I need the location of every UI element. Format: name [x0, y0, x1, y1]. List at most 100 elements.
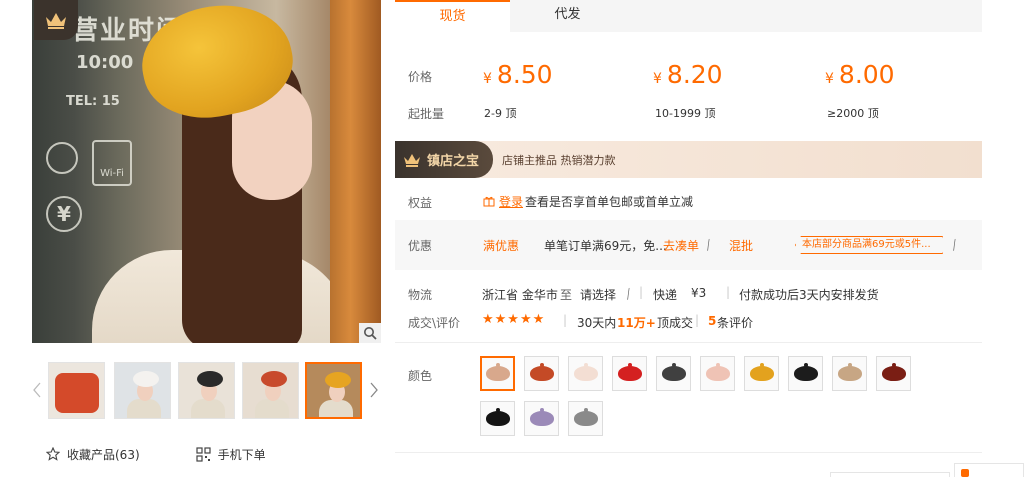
color-swatch[interactable]	[788, 356, 823, 391]
crown-badge-icon	[34, 0, 78, 40]
favorite-button[interactable]: 收藏产品(63)	[46, 446, 140, 463]
widget-icon	[961, 469, 969, 477]
price-tier-1-range: 2-9 顶	[484, 107, 517, 120]
window-frame-decor	[330, 0, 381, 343]
beret-swatch-image	[573, 408, 598, 426]
rights-row: 权益 登录 查看是否享首单包邮或首单立减	[395, 184, 982, 216]
color-swatch[interactable]	[832, 356, 867, 391]
gift-icon	[483, 196, 495, 207]
price-value: 8.20	[666, 60, 723, 89]
storefront-tel-decor: TEL: 15	[66, 94, 120, 109]
quantity-box-edge	[830, 472, 950, 477]
thumbnail-3[interactable]	[178, 362, 235, 419]
color-swatch[interactable]	[656, 356, 691, 391]
beret-swatch-image	[617, 363, 642, 381]
camera-decor-icon	[46, 142, 78, 174]
star-outline-icon	[46, 447, 60, 461]
beret-swatch-image	[661, 363, 686, 381]
color-swatch[interactable]	[876, 356, 911, 391]
main-product-image[interactable]: 营业时间 10:00 TEL: 15 Wi-Fi ¥	[32, 0, 381, 343]
thumbnail-1[interactable]	[48, 362, 105, 419]
chevron-icon: ╱	[950, 240, 959, 252]
currency-symbol: ¥	[483, 71, 492, 87]
price-tier-2-range: 10-1999 顶	[655, 107, 716, 120]
thumbnail-2[interactable]	[114, 362, 171, 419]
promo-chip[interactable]: 本店部分商品满69元或5件...	[795, 236, 943, 254]
beret-swatch-image	[485, 363, 510, 381]
separator: |	[639, 285, 644, 299]
moq-label: 起批量	[408, 107, 445, 121]
color-swatch[interactable]	[568, 401, 603, 436]
price-value: 8.50	[496, 60, 553, 89]
yen-decor-icon: ¥	[46, 196, 82, 232]
price-tier-2: ¥8.20	[653, 60, 723, 94]
deal-period: 30天内	[577, 316, 617, 330]
thumbnail-next-arrow-icon[interactable]	[367, 378, 381, 402]
storefront-hours-decor: 10:00	[76, 52, 134, 73]
dispatch-info: 付款成功后3天内安排发货	[739, 288, 879, 302]
crown-icon	[404, 153, 420, 167]
beret-swatch-image	[837, 363, 862, 381]
shipping-method: 快递	[653, 288, 678, 302]
deal-count: 11万+	[617, 316, 656, 330]
destination-select[interactable]: 请选择	[580, 286, 616, 303]
price-tiers: 价格 起批量 ¥8.50 2-9 顶 ¥8.20 10-1999 顶 ¥8.00…	[395, 32, 982, 132]
price-label: 价格	[408, 70, 433, 84]
beret-swatch-image	[529, 408, 554, 426]
color-label: 颜色	[408, 369, 433, 383]
logistics-origin: 浙江省 金华市	[482, 288, 558, 302]
separator: |	[695, 313, 700, 327]
color-swatch[interactable]	[744, 356, 779, 391]
deal-row: 成交\评价 ★★★★★ | 30天内 11万+ 顶成交 | 5 条评价	[395, 308, 982, 336]
tab-dropship[interactable]: 代发	[510, 0, 625, 32]
price-value: 8.00	[838, 60, 895, 89]
price-tier-3-range: ≥2000 顶	[827, 107, 879, 120]
zoom-icon[interactable]	[359, 323, 381, 343]
purchase-tabs: 现货 代发	[395, 0, 982, 32]
color-swatch[interactable]	[524, 356, 559, 391]
reviews-unit[interactable]: 条评价	[717, 314, 753, 331]
deal-label: 成交\评价	[408, 316, 461, 330]
go-collect-link[interactable]: 去凑单	[663, 237, 699, 254]
separator: |	[726, 285, 731, 299]
featured-text: 店铺主推品 热销潜力款	[502, 154, 616, 167]
mobile-order-button[interactable]: 手机下单	[196, 446, 266, 463]
beret-swatch-image	[749, 363, 774, 381]
promo-row: 优惠 满优惠 单笔订单满69元，免... 去凑单 ╱ 混批 本店部分商品满69元…	[395, 220, 982, 270]
login-link[interactable]: 登录	[499, 193, 523, 210]
logistics-row: 物流 浙江省 金华市 至 请选择 ╱ | 快递 ¥3 | 付款成功后3天内安排发…	[395, 280, 982, 308]
mobile-order-label: 手机下单	[217, 447, 266, 462]
promo-tag: 满优惠	[483, 239, 520, 253]
beret-swatch-image	[529, 363, 554, 381]
color-swatch[interactable]	[568, 356, 603, 391]
thumbnail-5[interactable]	[305, 362, 362, 419]
thumbnail-prev-arrow-icon[interactable]	[30, 378, 44, 402]
section-divider	[395, 452, 982, 453]
promo-label: 优惠	[408, 239, 433, 253]
thumbnail-4[interactable]	[242, 362, 299, 419]
color-swatch[interactable]	[480, 401, 515, 436]
rights-label: 权益	[408, 196, 433, 210]
price-tier-3: ¥8.00	[825, 60, 895, 94]
dropdown-icon: ╱	[624, 289, 633, 301]
promo-text: 单笔订单满69元，免...	[544, 239, 667, 253]
qr-code-icon	[196, 446, 211, 462]
separator: |	[563, 313, 568, 327]
price-tier-1: ¥8.50	[483, 60, 553, 94]
floating-widget[interactable]	[954, 463, 1024, 477]
rights-text: 查看是否享首单包邮或首单立减	[525, 195, 694, 209]
gallery-actions: 收藏产品(63) 手机下单	[46, 443, 322, 465]
rating-stars-icon: ★★★★★	[482, 312, 546, 327]
reviews-count[interactable]: 5	[708, 314, 716, 328]
color-options: 颜色	[395, 342, 982, 452]
color-swatch[interactable]	[524, 401, 559, 436]
color-swatch[interactable]	[480, 356, 515, 391]
color-swatch[interactable]	[612, 356, 647, 391]
chevron-icon: ╱	[704, 240, 713, 252]
featured-banner: 镇店之宝 店铺主推品 热销潜力款	[395, 141, 982, 178]
logistics-label: 物流	[408, 288, 433, 302]
deal-count-unit: 顶成交	[657, 316, 694, 330]
mixed-batch-link[interactable]: 混批	[729, 237, 753, 254]
tab-spot[interactable]: 现货	[395, 0, 510, 32]
color-swatch[interactable]	[700, 356, 735, 391]
